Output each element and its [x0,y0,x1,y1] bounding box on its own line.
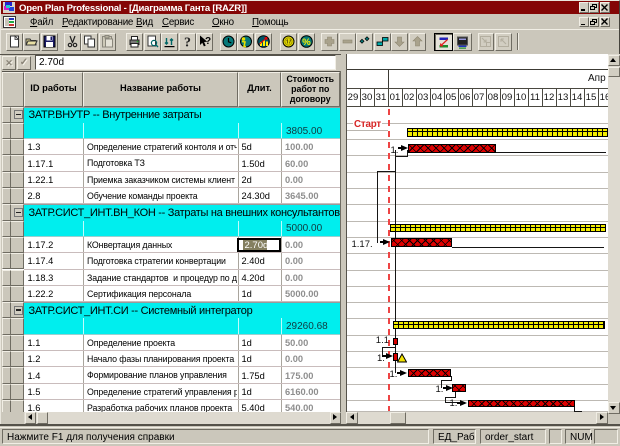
svg-text:%: % [302,37,311,48]
svg-text:?: ? [184,36,191,49]
svg-text:?: ? [205,36,211,47]
